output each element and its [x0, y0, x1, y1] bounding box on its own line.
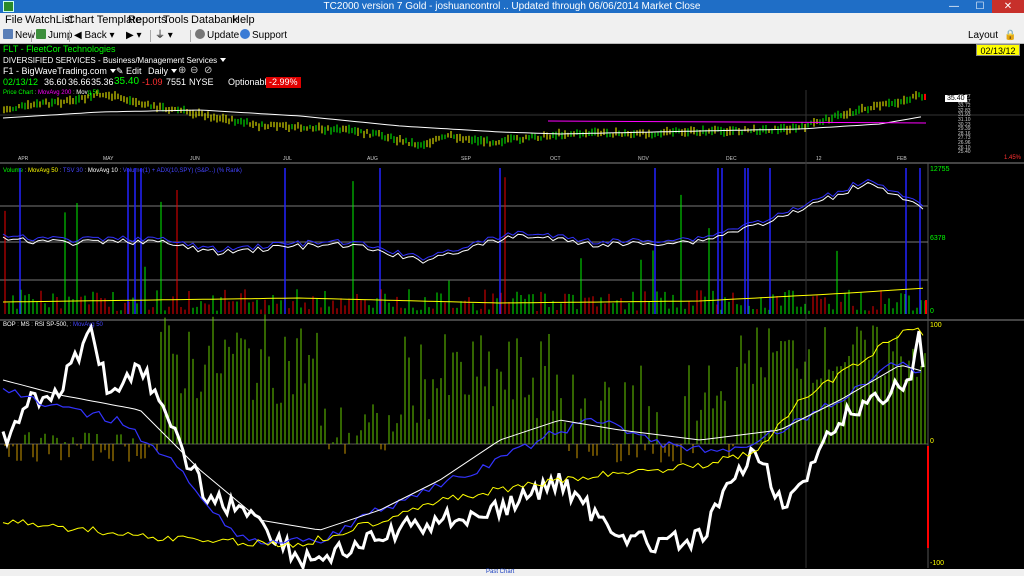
update-button[interactable]: Update: [195, 29, 239, 43]
maximize-button[interactable]: ☐: [966, 0, 994, 13]
app-window: TC2000 version 7 Gold - joshuancontrol .…: [0, 0, 1024, 576]
menu-watchlist[interactable]: WatchList: [25, 13, 73, 28]
back-button[interactable]: ◀ Back ▾: [74, 29, 115, 43]
menu-help[interactable]: Help: [232, 13, 255, 28]
support-icon: [240, 29, 250, 39]
toolbar-divider: [150, 30, 151, 42]
volume-axis-mid: 6378: [930, 235, 946, 242]
close-button[interactable]: ✕: [992, 0, 1024, 13]
toolbar-divider: [69, 30, 70, 42]
layout-lock-icon[interactable]: 🔒: [1004, 29, 1016, 43]
volume-axis-max: 12755: [930, 166, 950, 173]
month-label: OCT: [550, 156, 561, 162]
filter-button[interactable]: ⏚ ▾: [155, 29, 173, 43]
status-bar: Past Chart: [0, 569, 1024, 576]
layout-button[interactable]: Layout: [968, 29, 998, 43]
forward-arrow-icon: ▶ ▾: [126, 30, 142, 41]
toolbar: New Jump ◀ Back ▾ ▶ ▾ ⏚ ▾ Update Support…: [0, 28, 1024, 44]
new-icon: [3, 29, 13, 39]
price-axis-label: 25.40: [958, 149, 971, 156]
menu-file[interactable]: File: [5, 13, 23, 28]
month-label: MAY: [103, 156, 114, 162]
window-title: TC2000 version 7 Gold - joshuancontrol .…: [323, 1, 701, 12]
month-label: APR: [18, 156, 29, 162]
chevron-down-icon: ▾: [109, 30, 115, 41]
month-label: JUN: [190, 156, 200, 162]
month-label: FEB: [897, 156, 907, 162]
month-label: AUG: [367, 156, 378, 162]
toolbar-divider: [190, 30, 191, 42]
last-price-badge: 35.40: [945, 95, 967, 102]
support-button[interactable]: Support: [240, 29, 287, 43]
update-icon: [195, 29, 205, 39]
jump-button[interactable]: Jump: [36, 29, 72, 43]
minimize-button[interactable]: —: [940, 0, 968, 13]
moving-average-line: [547, 120, 927, 124]
jump-icon: [36, 29, 46, 39]
chart-area[interactable]: [0, 44, 1024, 569]
menu-reports[interactable]: Reports: [128, 13, 167, 28]
price-pct-label: 1.45%: [1004, 155, 1022, 161]
bop-axis-min: -100: [930, 560, 945, 567]
month-label: DEC: [726, 156, 737, 162]
past-chart-label: Past Chart: [486, 569, 515, 575]
month-label: JUL: [283, 156, 292, 162]
bop-axis-zero: 0: [930, 438, 934, 445]
toolbar-divider: [31, 30, 32, 42]
month-label: 12: [816, 156, 822, 162]
title-bar: TC2000 version 7 Gold - joshuancontrol .…: [0, 0, 1024, 13]
month-label: SEP: [461, 156, 472, 162]
menu-tools[interactable]: Tools: [163, 13, 189, 28]
forward-button[interactable]: ▶ ▾: [126, 29, 142, 43]
month-label: NOV: [638, 156, 649, 162]
back-arrow-icon: ◀: [74, 30, 85, 41]
filter-icon: ⏚ ▾: [155, 30, 173, 41]
volume-axis-zero: 0: [930, 308, 934, 315]
menu-bar: File WatchList Chart Template Reports To…: [0, 13, 1024, 28]
bop-axis-max: 100: [930, 322, 942, 329]
